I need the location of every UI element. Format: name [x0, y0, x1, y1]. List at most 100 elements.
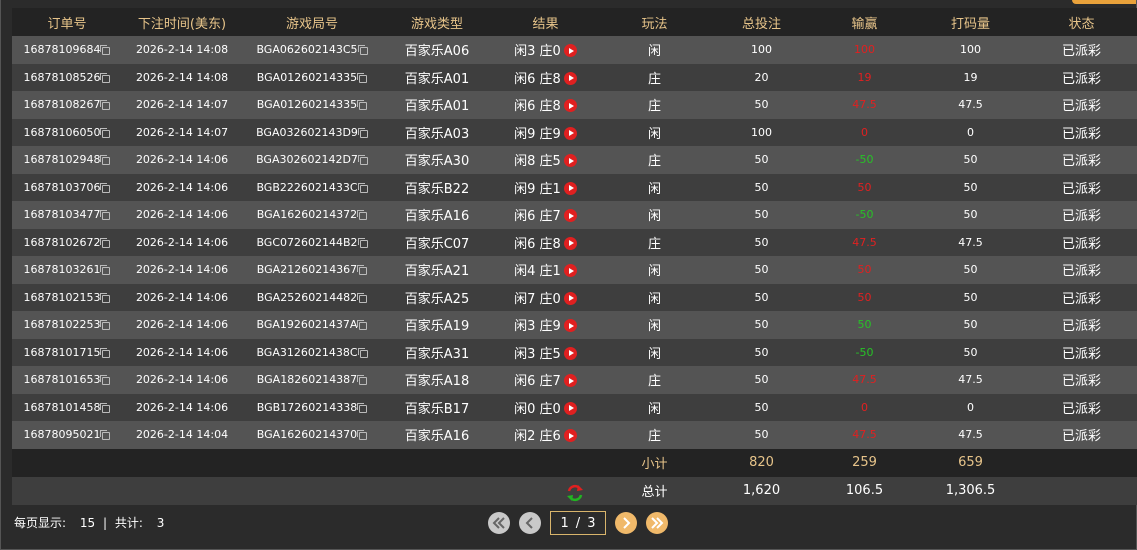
copy-icon[interactable]: [357, 402, 368, 413]
play-icon[interactable]: [563, 99, 577, 113]
copy-icon[interactable]: [100, 430, 111, 441]
corner-tab: [1072, 0, 1136, 4]
play-icon[interactable]: [563, 181, 577, 195]
first-page-button[interactable]: [488, 512, 510, 534]
header-bet-time: 下注时间(美东): [137, 16, 227, 32]
copy-icon[interactable]: [100, 182, 111, 193]
next-page-button[interactable]: [615, 512, 637, 534]
play-icon[interactable]: [563, 44, 577, 58]
copy-icon[interactable]: [100, 402, 111, 413]
copy-icon[interactable]: [100, 45, 111, 56]
round-id: BGA25260214482: [242, 284, 382, 312]
total-bet: 50: [754, 98, 769, 112]
play-icon[interactable]: [563, 236, 577, 250]
play-icon[interactable]: [563, 429, 577, 443]
total-pages: 3: [587, 515, 596, 531]
copy-icon[interactable]: [100, 155, 111, 166]
result: 闲9 庄9: [492, 119, 599, 147]
total-bet: 50: [754, 208, 769, 222]
play-icon[interactable]: [563, 346, 577, 360]
status: 已派彩: [1061, 374, 1101, 390]
copy-icon[interactable]: [100, 292, 111, 303]
copy-icon[interactable]: [100, 210, 111, 221]
status: 已派彩: [1061, 264, 1101, 280]
copy-icon[interactable]: [100, 265, 111, 276]
copy-icon[interactable]: [100, 320, 111, 331]
copy-icon[interactable]: [357, 182, 368, 193]
valid-bet: 47.5: [958, 373, 983, 387]
status: 已派彩: [1061, 209, 1101, 225]
table-row: 16878101458 2026-2-14 14:06 BGB17260214338…: [12, 393, 1137, 421]
result: 闲3 庄9: [492, 311, 599, 339]
bet-time: 2026-2-14 14:06: [135, 400, 229, 414]
game-type: 百家乐A30: [404, 154, 470, 170]
last-page-button[interactable]: [646, 512, 668, 534]
total-bet: 50: [754, 153, 769, 167]
copy-icon[interactable]: [357, 127, 368, 138]
order-id-text: 16878108526: [23, 70, 101, 84]
status: 已派彩: [1061, 126, 1101, 142]
play-type: 庄: [647, 236, 661, 252]
copy-icon[interactable]: [357, 320, 368, 331]
play-icon[interactable]: [563, 126, 577, 140]
copy-icon[interactable]: [357, 237, 368, 248]
subtotal-valid-bet: 659: [958, 455, 983, 470]
round-id: BGA1926021437A: [242, 311, 382, 339]
copy-icon[interactable]: [100, 127, 111, 138]
copy-icon[interactable]: [100, 347, 111, 358]
bet-time: 2026-2-14 14:06: [135, 290, 229, 304]
table-row: 16878102253 2026-2-14 14:06 BGA1926021437A…: [12, 311, 1137, 339]
status: 已派彩: [1061, 181, 1101, 197]
round-id-text: BGB2226021433C: [256, 180, 358, 194]
play-icon[interactable]: [563, 209, 577, 223]
table-row: 16878103706 2026-2-14 14:06 BGB2226021433C…: [12, 173, 1137, 201]
round-id-text: BGB17260214338: [256, 400, 358, 414]
play-icon[interactable]: [563, 401, 577, 415]
valid-bet: 47.5: [958, 428, 983, 442]
pagination: 1 / 3: [488, 510, 677, 536]
summary-separator: |: [102, 516, 108, 530]
result-text: 闲3 庄0: [514, 44, 561, 60]
table-row: 16878101715 2026-2-14 14:06 BGA3126021438C…: [12, 338, 1137, 366]
copy-icon[interactable]: [357, 72, 368, 83]
order-id-text: 16878103706: [23, 180, 101, 194]
copy-icon[interactable]: [100, 237, 111, 248]
copy-icon[interactable]: [357, 45, 368, 56]
win-loss: -50: [855, 153, 874, 167]
status: 已派彩: [1061, 346, 1101, 362]
prev-page-button[interactable]: [519, 512, 541, 534]
copy-icon[interactable]: [357, 430, 368, 441]
prev-page-icon: [525, 517, 535, 529]
copy-icon[interactable]: [357, 210, 368, 221]
copy-icon[interactable]: [357, 347, 368, 358]
play-icon[interactable]: [563, 264, 577, 278]
page-indicator[interactable]: 1 / 3: [550, 511, 606, 535]
copy-icon[interactable]: [100, 100, 111, 111]
status: 已派彩: [1061, 99, 1101, 115]
round-id-text: BGA18260214387: [256, 373, 358, 387]
status: 已派彩: [1061, 71, 1101, 87]
play-icon[interactable]: [563, 154, 577, 168]
win-loss: -50: [855, 345, 874, 359]
result: 闲6 庄8: [492, 229, 599, 257]
header-status: 状态: [1068, 16, 1095, 32]
copy-icon[interactable]: [357, 155, 368, 166]
valid-bet: 100: [960, 43, 981, 57]
subtotal-label: 小计: [641, 457, 668, 472]
order-id-text: 16878102153: [23, 290, 101, 304]
copy-icon[interactable]: [357, 292, 368, 303]
refresh-icon[interactable]: [565, 483, 585, 503]
copy-icon[interactable]: [357, 375, 368, 386]
copy-icon[interactable]: [100, 72, 111, 83]
copy-icon[interactable]: [100, 375, 111, 386]
copy-icon[interactable]: [357, 100, 368, 111]
play-icon[interactable]: [563, 71, 577, 85]
total-bet: 50: [754, 318, 769, 332]
total-bet: 20: [754, 70, 769, 84]
play-icon[interactable]: [563, 374, 577, 388]
play-icon[interactable]: [563, 319, 577, 333]
play-icon[interactable]: [563, 291, 577, 305]
result: 闲6 庄8: [492, 64, 599, 92]
bet-table: 订单号 下注时间(美东) 游戏局号 游戏类型 结果 玩法 总投注 输赢 打码量 …: [12, 8, 1137, 505]
copy-icon[interactable]: [357, 265, 368, 276]
